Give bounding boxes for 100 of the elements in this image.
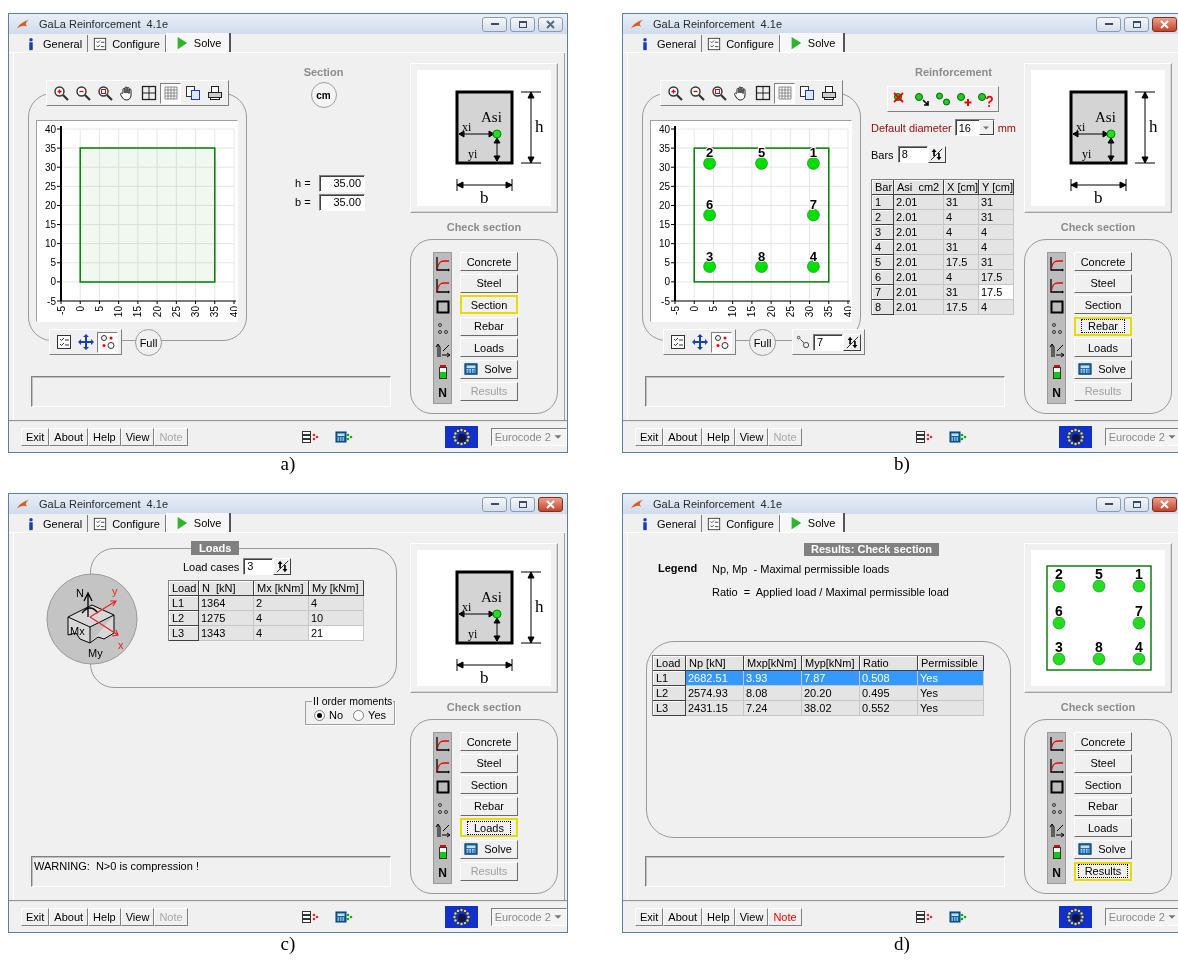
action-button[interactable]: Rebar [1074,316,1132,336]
tab[interactable]: Solve [779,513,846,532]
input-field[interactable]: 35.00 [319,174,365,192]
checklist-icon[interactable] [55,334,72,350]
hand-icon[interactable] [732,85,749,101]
input-field[interactable]: 3 [243,558,274,575]
menu-button[interactable]: View [120,428,155,446]
action-button[interactable]: Rebar [1074,796,1132,816]
action-button[interactable]: Concrete [460,252,518,271]
zoom-out-icon[interactable] [74,85,91,101]
tab[interactable]: General [633,35,703,52]
zoom-fit-icon[interactable] [710,85,727,101]
zoom-in-icon[interactable] [666,85,683,101]
close-button[interactable] [1152,16,1177,32]
minimize-button[interactable] [1096,16,1121,32]
spin-button[interactable] [273,558,292,575]
action-button[interactable]: Concrete [1074,732,1132,751]
zoom-in-icon[interactable] [52,85,69,101]
minimize-button[interactable] [1096,496,1121,512]
calculator-icon[interactable] [948,429,967,445]
query-icon[interactable] [977,91,994,107]
minimize-button[interactable] [482,496,507,512]
action-button[interactable]: Results [1074,861,1132,881]
tab[interactable]: Solve [779,33,846,52]
tab[interactable]: General [19,515,89,532]
action-button[interactable]: Loads [1074,818,1132,838]
action-button[interactable]: Concrete [460,732,518,751]
copy-icon[interactable] [798,85,815,101]
calculator-icon[interactable] [948,909,967,925]
maximize-button[interactable] [510,496,535,512]
close-button[interactable] [538,496,563,512]
minimize-button[interactable] [482,16,507,32]
full-button[interactable]: Full [135,329,162,356]
action-button[interactable]: Rebar [460,316,518,336]
action-button[interactable]: Loads [460,818,518,838]
tab[interactable]: Solve [165,513,232,532]
list-icon[interactable] [300,909,319,925]
action-button[interactable]: Section [460,775,518,795]
input-field[interactable]: 7 [813,333,843,351]
menu-button[interactable]: About [663,428,703,446]
input-field[interactable]: 35.00 [319,193,365,211]
menu-button[interactable]: About [49,908,89,926]
print-icon[interactable] [206,85,223,101]
menu-button[interactable]: View [734,428,769,446]
menu-button[interactable]: View [734,908,769,926]
tab[interactable]: Configure [702,515,780,532]
action-button[interactable]: Section [1074,775,1132,795]
action-button[interactable]: Solve [460,359,518,379]
tab[interactable]: Configure [88,515,166,532]
action-button[interactable]: Solve [460,839,518,859]
action-button[interactable]: Steel [1074,273,1132,293]
maximize-button[interactable] [510,16,535,32]
menu-button[interactable]: About [49,428,89,446]
spin-button[interactable] [843,333,861,351]
hand-icon[interactable] [118,85,135,101]
checklist-icon[interactable] [669,334,686,350]
tab[interactable]: General [19,35,89,52]
menu-button[interactable]: Exit [21,908,50,926]
close-button[interactable] [1152,496,1177,512]
frame-icon[interactable] [754,85,771,101]
menu-button[interactable]: About [663,908,703,926]
action-button[interactable]: Section [1074,295,1132,315]
calculator-icon[interactable] [334,909,353,925]
menu-button[interactable]: Help [702,428,735,446]
input-field[interactable]: 8 [897,146,928,163]
close-button[interactable] [538,16,563,32]
menu-button[interactable]: Help [702,908,735,926]
calculator-icon[interactable] [334,429,353,445]
action-button[interactable]: Loads [460,338,518,358]
numbering-button[interactable] [711,331,732,353]
maximize-button[interactable] [1124,16,1149,32]
tab[interactable]: Solve [165,33,232,52]
list-icon[interactable] [300,429,319,445]
action-button[interactable]: Steel [1074,753,1132,773]
unit-button[interactable]: cm [310,82,337,108]
zoom-fit-icon[interactable] [96,85,113,101]
action-button[interactable]: Steel [460,753,518,773]
tab[interactable]: Configure [702,35,780,52]
full-button[interactable]: Full [749,329,776,356]
action-button[interactable]: Solve [1074,839,1132,859]
list-icon[interactable] [914,909,933,925]
bar-pair-icon[interactable] [934,91,951,107]
action-button[interactable]: Solve [1074,359,1132,379]
menu-button[interactable]: Help [88,908,121,926]
menu-button[interactable]: View [120,908,155,926]
action-button[interactable]: Steel [460,273,518,293]
move-icon[interactable] [77,334,94,350]
list-icon[interactable] [914,429,933,445]
radio-button[interactable] [353,709,365,721]
action-button[interactable]: Rebar [460,796,518,816]
action-button[interactable]: Loads [1074,338,1132,358]
grid-button[interactable] [774,82,795,104]
zoom-out-icon[interactable] [688,85,705,101]
menu-button[interactable]: Note [768,908,802,926]
print-icon[interactable] [820,85,837,101]
move-bar-icon[interactable] [913,91,930,107]
frame-icon[interactable] [140,85,157,101]
maximize-button[interactable] [1124,496,1149,512]
tab[interactable]: Configure [88,35,166,52]
action-button[interactable]: Concrete [1074,252,1132,271]
